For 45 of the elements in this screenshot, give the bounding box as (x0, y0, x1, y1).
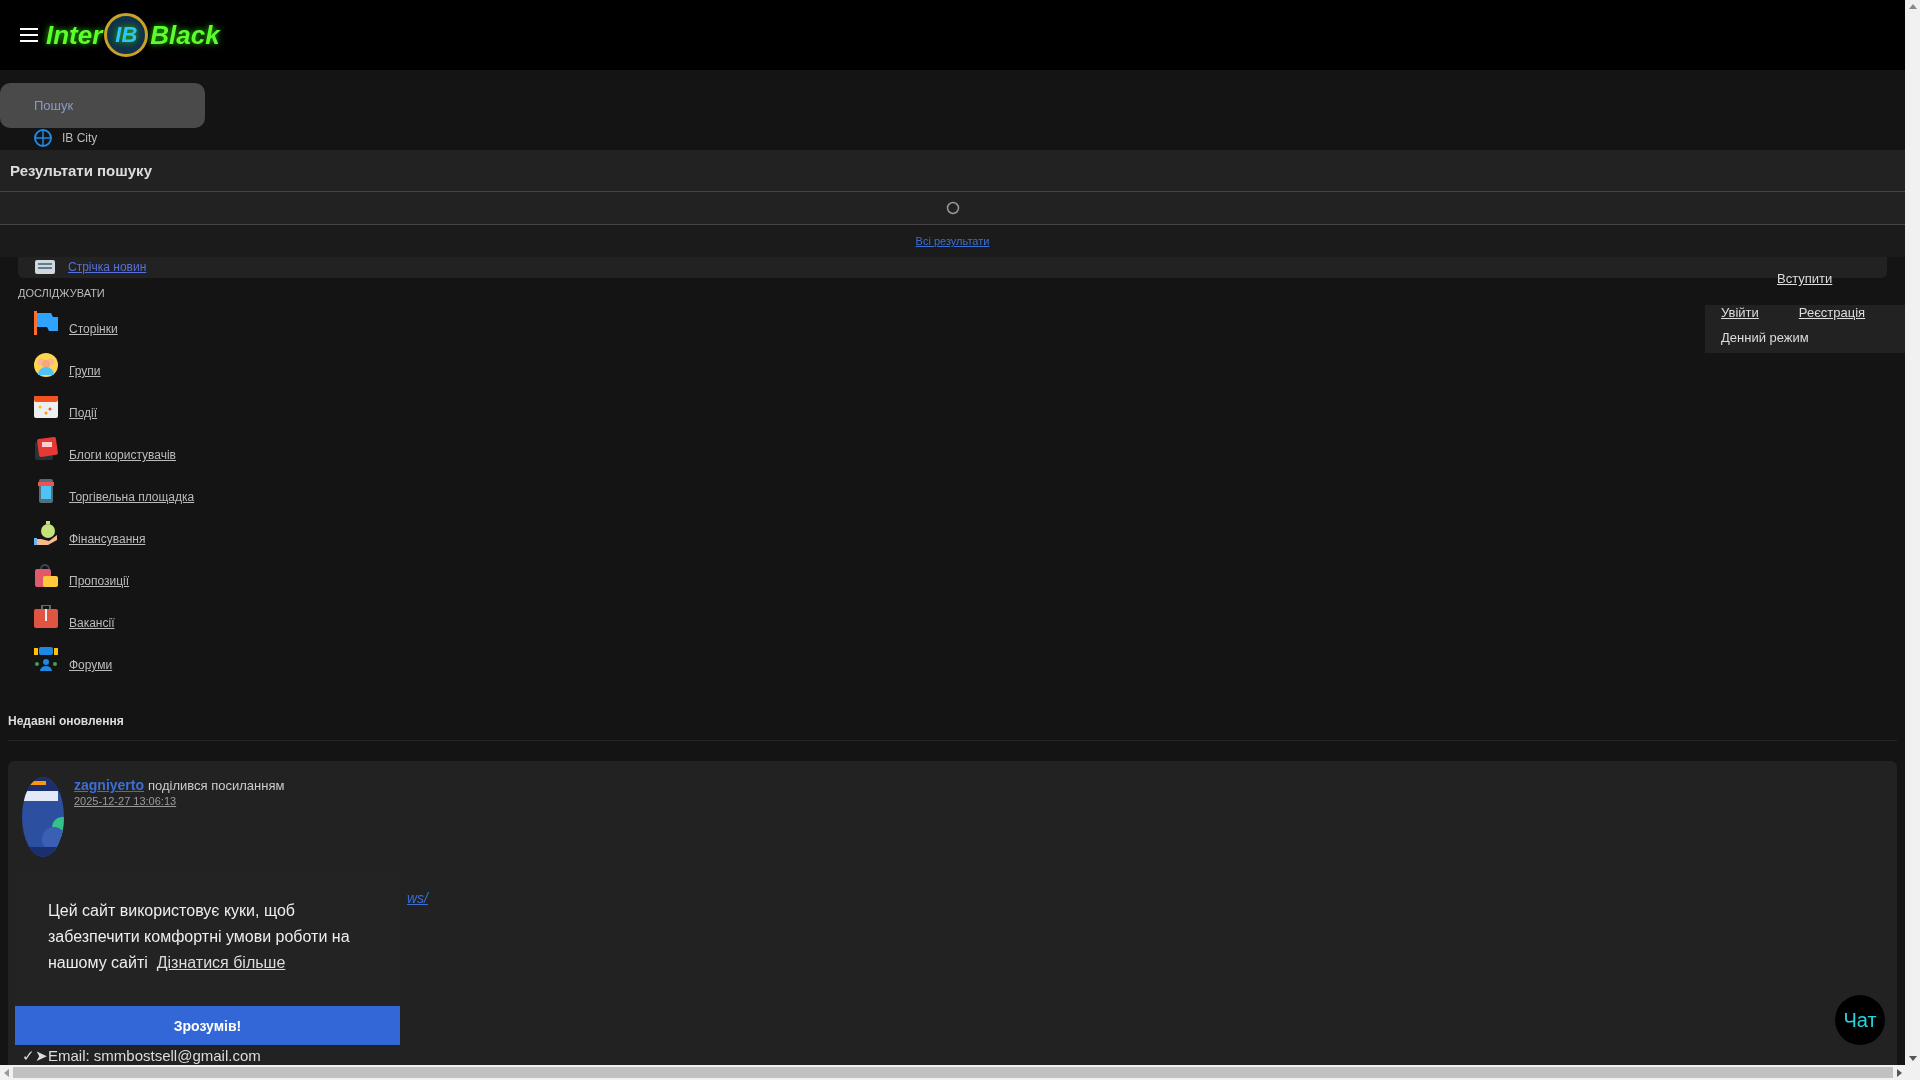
toolbox-icon (34, 605, 58, 629)
post-action-text: поділився посиланням (148, 778, 285, 793)
site-logo[interactable]: Inter IB Black (46, 13, 220, 57)
money-bag-icon (34, 521, 58, 545)
theme-toggle[interactable]: Денний режим (1721, 330, 1905, 345)
post-text: ✓➤Email: smmbostsell@gmail.com (22, 1048, 262, 1064)
sidebar-link[interactable]: Блоги користувачів (69, 448, 176, 462)
sidebar-link[interactable]: Сторінки (69, 322, 118, 336)
scroll-right-icon[interactable] (1897, 1068, 1902, 1077)
sidebar-link[interactable]: Пропозиції (69, 574, 130, 588)
cookie-message: Цей сайт використовує куки, щоб забезпечити комфортні умови роботи на нашому сайті Дізнатися більше (48, 901, 351, 973)
shopping-bag-icon (34, 563, 58, 587)
sidebar-link[interactable]: Групи (69, 364, 101, 378)
section-heading: ДОСЛІДЖУВАТИ (18, 287, 105, 299)
scroll-left-icon[interactable] (4, 1068, 9, 1077)
scrollbar-thumb[interactable] (13, 1067, 1893, 1078)
calendar-icon (34, 395, 58, 419)
forum-icon (34, 647, 58, 671)
sidebar-link[interactable]: Фінансування (69, 532, 146, 546)
sidebar-link[interactable]: Події (69, 406, 98, 420)
menu-link[interactable]: Увійти (1721, 305, 1759, 320)
flag-icon (34, 311, 58, 335)
scroll-up-icon[interactable] (1908, 4, 1917, 9)
globe-icon (34, 129, 52, 147)
menu-link[interactable]: Реєстрація (1798, 305, 1866, 320)
sidebar-link[interactable]: Вакансії (69, 616, 115, 630)
panel-title: Результати пошуку (0, 150, 1905, 192)
search-field[interactable]: Пошук (0, 83, 205, 128)
vertical-scrollbar[interactable] (1905, 0, 1920, 1065)
people-icon (34, 353, 58, 377)
newspaper-icon (34, 259, 56, 275)
join-link[interactable]: Вступити (1777, 271, 1833, 286)
book-icon (34, 437, 58, 461)
all-results-link[interactable]: Всі результати (915, 235, 990, 247)
sidebar-link[interactable]: IB City (62, 131, 98, 145)
sidebar-link[interactable]: Торгівельна площадка (69, 490, 195, 504)
horizontal-scrollbar[interactable] (0, 1065, 1920, 1080)
scroll-down-icon[interactable] (1908, 1056, 1917, 1061)
accept-button[interactable]: Зрозумів! (15, 1006, 400, 1045)
post-time-link[interactable]: 2025-12-27 13:06:13 (74, 795, 285, 807)
sidebar-link[interactable]: Форуми (69, 658, 113, 672)
section-heading: Недавні оновлення (8, 714, 1897, 741)
menu-icon[interactable] (20, 28, 38, 42)
news-feed-link[interactable]: Стрічка новин (68, 260, 147, 274)
learn-more-link[interactable]: Дізнатися більше (156, 954, 286, 971)
